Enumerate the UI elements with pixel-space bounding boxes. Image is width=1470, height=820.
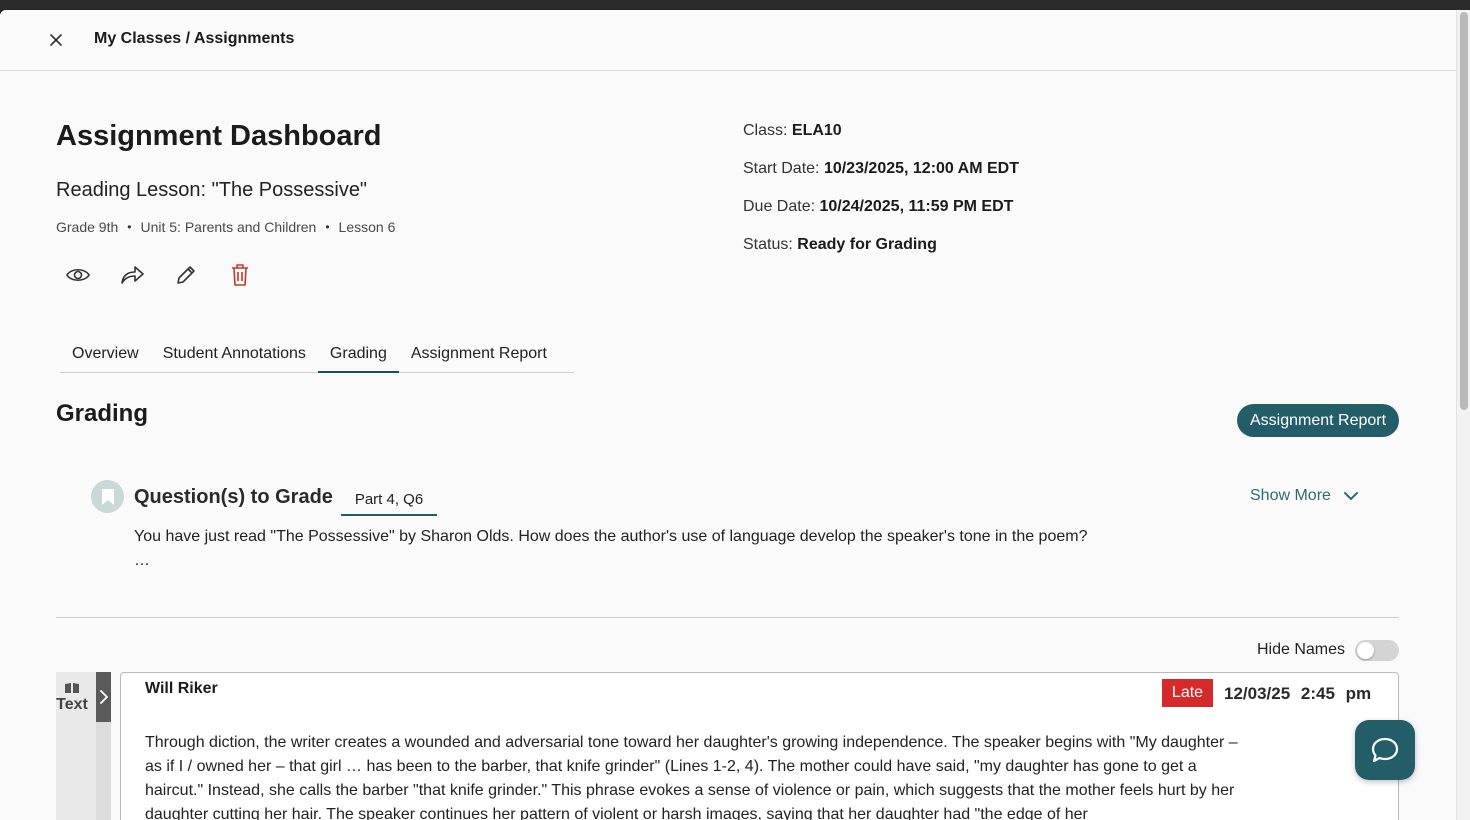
section-title: Grading xyxy=(56,400,149,427)
edit-button[interactable] xyxy=(172,262,200,288)
trash-icon xyxy=(232,264,248,286)
lesson-meta: Grade 9th • Unit 5: Parents and Children… xyxy=(56,219,395,235)
tab-assignment-report[interactable]: Assignment Report xyxy=(399,343,559,373)
question-icon-badge xyxy=(91,480,124,513)
meta-separator: • xyxy=(325,220,330,234)
delete-button[interactable] xyxy=(226,262,254,288)
close-icon xyxy=(50,34,62,46)
questions-heading: Question(s) to Grade xyxy=(134,486,333,508)
lesson-title: Reading Lesson: "The Possessive" xyxy=(56,179,368,201)
panel-edge xyxy=(96,722,111,820)
due-date-label: Due Date: xyxy=(743,198,816,215)
show-more-toggle[interactable]: Show More xyxy=(1250,487,1359,505)
chevron-down-icon xyxy=(1343,492,1358,501)
submission-timestamp: 12/03/25 2:45 pm xyxy=(1224,684,1372,703)
unit-label: Unit 5: Parents and Children xyxy=(140,219,317,235)
app-window: My Classes / Assignments Assignment Dash… xyxy=(0,10,1456,820)
top-bar: My Classes / Assignments xyxy=(0,10,1456,71)
text-panel-label: Text xyxy=(56,696,88,713)
eye-icon xyxy=(66,268,90,282)
start-date-info: Start Date: 10/23/2025, 12:00 AM EDT xyxy=(743,160,1019,178)
start-date-value: 10/23/2025, 12:00 AM EDT xyxy=(823,160,1020,177)
breadcrumb[interactable]: My Classes / Assignments xyxy=(94,30,294,48)
due-date-info: Due Date: 10/24/2025, 11:59 PM EDT xyxy=(743,198,1013,216)
student-response-text: Through diction, the writer creates a wo… xyxy=(145,734,1238,820)
bookmark-icon xyxy=(101,488,114,505)
browser-tab-strip xyxy=(0,0,1470,10)
due-date-value: 10/24/2025, 11:59 PM EDT xyxy=(819,198,1014,215)
share-button[interactable] xyxy=(118,262,146,288)
hide-names-label: Hide Names xyxy=(1257,641,1346,658)
tab-grading[interactable]: Grading xyxy=(317,343,399,373)
toggle-knob xyxy=(1357,642,1374,659)
chevron-right-icon xyxy=(99,690,108,704)
question-ellipsis: … xyxy=(134,552,150,569)
lesson-label: Lesson 6 xyxy=(338,219,396,235)
hide-names-toggle[interactable] xyxy=(1355,640,1399,661)
expand-panel-button[interactable] xyxy=(96,672,111,722)
tab-student-annotations[interactable]: Student Annotations xyxy=(151,343,318,373)
status-label: Status: xyxy=(743,236,793,253)
share-icon xyxy=(121,266,144,284)
student-name: Will Riker xyxy=(145,680,218,697)
late-badge: Late xyxy=(1162,679,1213,707)
assignment-report-button[interactable]: Assignment Report xyxy=(1237,404,1399,437)
tab-bar: Overview Student Annotations Grading Ass… xyxy=(60,343,574,373)
assignment-actions xyxy=(64,262,254,288)
status-value: Ready for Grading xyxy=(797,236,937,253)
class-value: ELA10 xyxy=(791,122,842,139)
preview-button[interactable] xyxy=(64,262,92,288)
section-divider xyxy=(56,617,1399,618)
start-date-label: Start Date: xyxy=(743,160,820,177)
question-part-selector[interactable]: Part 4, Q6 xyxy=(341,488,437,516)
close-button[interactable] xyxy=(44,30,68,52)
pencil-icon xyxy=(177,266,195,284)
status-info: Status: Ready for Grading xyxy=(743,236,937,254)
book-icon xyxy=(65,683,79,693)
text-panel-tab[interactable]: Text xyxy=(56,672,96,820)
class-info: Class: ELA10 xyxy=(743,122,842,140)
class-label: Class: xyxy=(743,122,788,139)
meta-separator: • xyxy=(127,220,132,234)
tab-overview[interactable]: Overview xyxy=(60,343,151,373)
grade-label: Grade 9th xyxy=(56,219,119,235)
scrollbar-thumb[interactable] xyxy=(1460,12,1468,410)
question-prompt: You have just read "The Possessive" by S… xyxy=(134,528,1088,545)
help-chat-button[interactable] xyxy=(1355,720,1415,780)
page-title: Assignment Dashboard xyxy=(56,120,382,152)
page-scrollbar[interactable] xyxy=(1456,10,1470,820)
student-response-card: Will Riker Late 12/03/25 2:45 pm Through… xyxy=(120,672,1399,820)
chat-bubble-icon xyxy=(1371,737,1399,763)
show-more-label: Show More xyxy=(1250,487,1331,504)
